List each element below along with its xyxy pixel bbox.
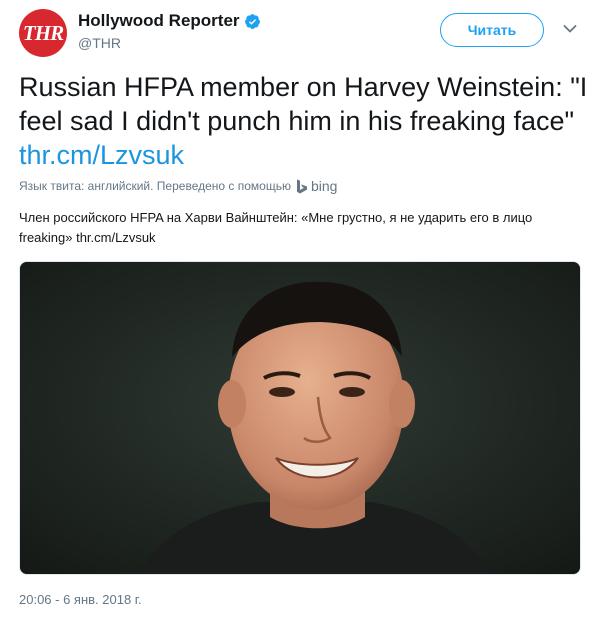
tweet-timestamp[interactable]: 20:06 - 6 янв. 2018 г. <box>19 592 142 607</box>
author-name[interactable]: Hollywood Reporter <box>78 11 240 31</box>
chevron-down-icon[interactable] <box>563 24 577 34</box>
tweet-header: THR Hollywood Reporter @THR Читать <box>0 0 602 64</box>
avatar[interactable]: THR <box>19 9 67 57</box>
bing-label: bing <box>310 178 338 194</box>
follow-button[interactable]: Читать <box>440 13 544 47</box>
photo-portrait <box>20 262 580 574</box>
translated-text: Член российского HFPA на Харви Вайнштейн… <box>19 210 533 245</box>
author-handle[interactable]: @THR <box>78 35 121 51</box>
tweet-text: Russian HFPA member on Harvey Weinstein:… <box>19 70 589 172</box>
translation-note-text: Язык твита: английский. Переведено с пом… <box>19 179 291 193</box>
avatar-logo-text: THR <box>22 20 64 45</box>
tweet-body: Russian HFPA member on Harvey Weinstein:… <box>19 72 588 136</box>
bing-icon <box>296 179 307 193</box>
tweet-photo[interactable] <box>19 261 581 575</box>
bing-logo[interactable]: bing <box>296 178 337 194</box>
tweet-link[interactable]: thr.cm/Lzvsuk <box>19 140 184 170</box>
translation-note: Язык твита: английский. Переведено с пом… <box>19 177 337 195</box>
verified-badge-icon <box>244 13 260 29</box>
author-name-row[interactable]: Hollywood Reporter <box>78 10 261 32</box>
